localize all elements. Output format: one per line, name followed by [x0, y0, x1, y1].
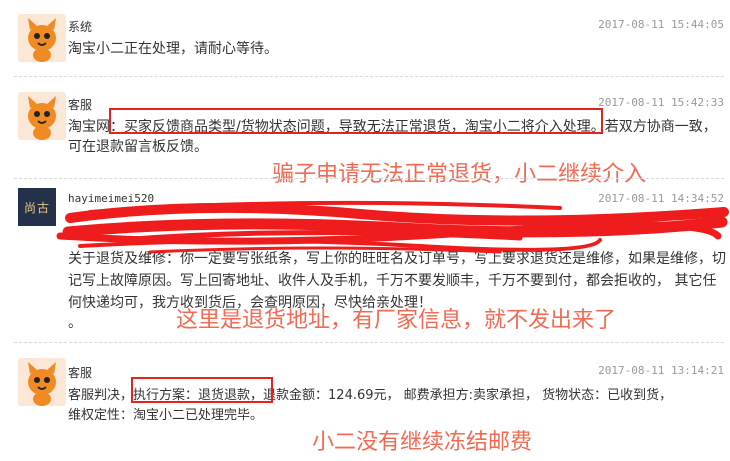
- message-suffix: ，退款金额：124.69元， 邮费承担方:卖家承担， 货物状态：已收到货，: [250, 388, 673, 403]
- message-timestamp: 2017-08-11 15:44:05: [598, 18, 724, 31]
- highlight-box: [109, 108, 603, 134]
- sender-name: hayimeimei520: [68, 192, 155, 205]
- seller-avatar: 尚古: [18, 188, 56, 226]
- mascot-avatar-icon: [18, 92, 66, 140]
- highlight-box: [131, 377, 273, 403]
- annotation-text: 这里是退货地址，有厂家信息，就不发出来了: [176, 308, 617, 333]
- message-text-line-2: 维权定性：淘宝小二已处理完毕。: [68, 408, 264, 423]
- mascot-avatar: [18, 92, 66, 140]
- sender-name: 客服: [68, 366, 93, 380]
- sender-name: 系统: [68, 20, 93, 34]
- message-prefix: 客服判决，: [68, 388, 134, 403]
- mascot-avatar: [18, 14, 66, 62]
- annotation-text: 骗子申请无法正常退货，小二继续介入: [272, 162, 647, 187]
- message-timestamp: 2017-08-11 15:42:33: [598, 96, 724, 109]
- message-suffix: 若双方协商一致，: [604, 119, 717, 135]
- message-timestamp: 2017-08-11 14:34:52: [598, 192, 724, 205]
- mascot-avatar-icon: [18, 14, 66, 62]
- message-text: 淘宝小二正在处理，请耐心等待。: [68, 41, 278, 57]
- divider: [14, 76, 724, 77]
- mascot-avatar: [18, 358, 66, 406]
- divider: [14, 342, 724, 343]
- message-text-line-4: 。: [68, 315, 82, 331]
- mascot-avatar-icon: [18, 358, 66, 406]
- message-text-line-1: 关于退货及维修：你一定要写张纸条，写上你的旺旺名及订单号，写上要求退货还是维修，…: [68, 251, 726, 267]
- message-text-line-2: 可在退款留言板反馈。: [68, 139, 208, 155]
- message-text-line-2: 记写上故障原因。写上回寄地址、收件人及手机，千万不要发顺丰，千万不要到付，都会拒…: [68, 273, 717, 289]
- annotation-text: 小二没有继续冻结邮费: [312, 430, 533, 455]
- sender-name: 客服: [68, 98, 93, 112]
- divider: [14, 178, 724, 179]
- message-timestamp: 2017-08-11 13:14:21: [598, 364, 724, 377]
